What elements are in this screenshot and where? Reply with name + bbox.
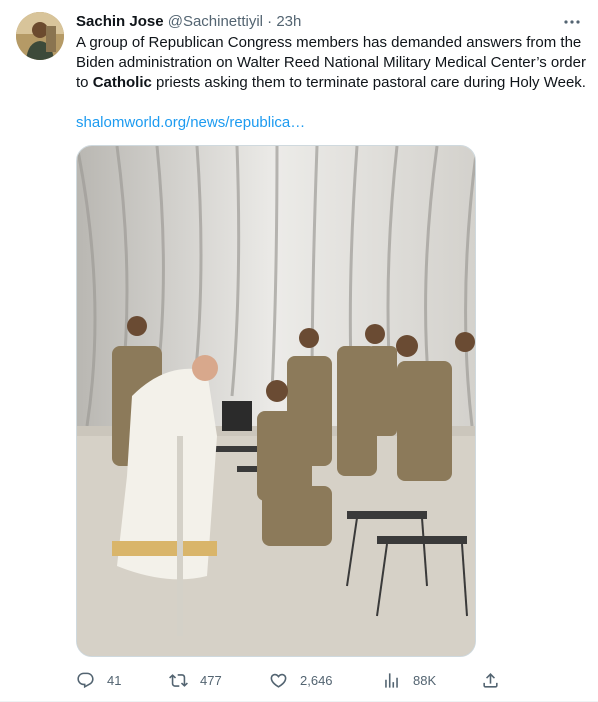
retweet-count: 477 — [200, 672, 222, 688]
reply-icon — [77, 672, 94, 688]
retweet-icon — [169, 673, 188, 687]
share-icon — [483, 672, 498, 688]
tweet-header: Sachin Jose @Sachinettiyil · 23h — [76, 12, 582, 32]
timestamp[interactable]: 23h — [276, 13, 301, 30]
tweet-text-part2: priests asking them to terminate pastora… — [151, 74, 586, 91]
retweet-button[interactable]: 477 — [169, 668, 222, 692]
views-count: 88K — [413, 672, 437, 688]
author-handle[interactable]: @Sachinettiyil — [168, 13, 263, 30]
avatar-image — [16, 12, 64, 60]
separator-dot: · — [267, 13, 273, 30]
share-button[interactable] — [481, 668, 500, 692]
analytics-icon — [385, 672, 398, 688]
author-name[interactable]: Sachin Jose — [76, 13, 164, 30]
heart-icon — [270, 673, 287, 688]
more-dots-icon[interactable] — [562, 12, 582, 32]
article-link[interactable]: shalomworld.org/news/republica… — [76, 113, 305, 133]
tweet-card[interactable]: Sachin Jose @Sachinettiyil · 23h A group… — [0, 0, 598, 702]
reply-count: 41 — [107, 672, 122, 688]
like-button[interactable]: 2,646 — [269, 668, 333, 692]
views-button[interactable]: 88K — [382, 668, 436, 692]
avatar[interactable] — [16, 12, 64, 60]
tweet-photo[interactable] — [76, 145, 476, 657]
tweet-text: A group of Republican Congress members h… — [76, 33, 586, 93]
action-bar: 41 477 2,646 88K — [76, 668, 510, 692]
tweet-text-bold: Catholic — [92, 74, 152, 91]
photo-image — [77, 146, 475, 656]
reply-button[interactable]: 41 — [76, 668, 121, 692]
like-count: 2,646 — [300, 672, 333, 688]
